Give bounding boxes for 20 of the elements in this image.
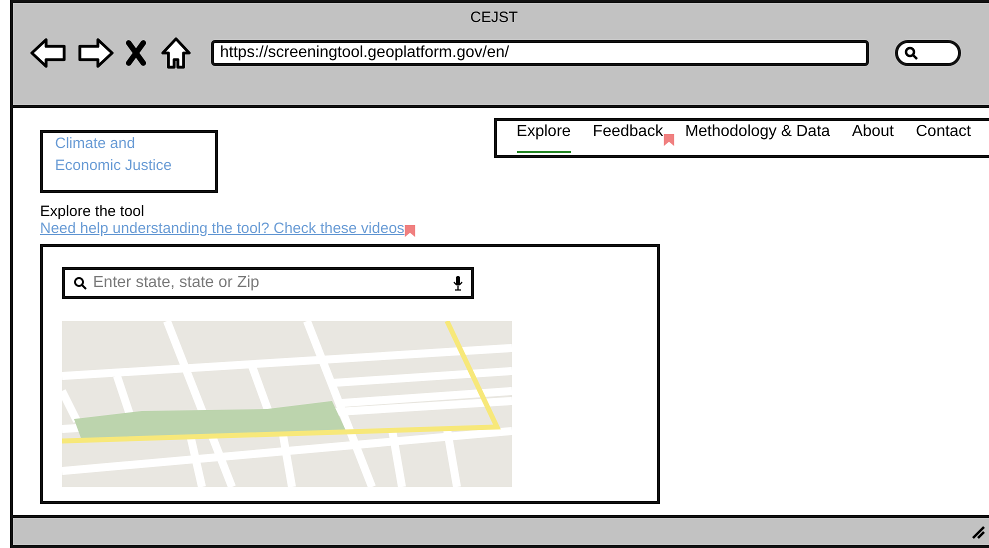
forward-arrow-icon[interactable]	[77, 36, 115, 70]
search-icon	[904, 46, 918, 60]
close-icon[interactable]	[125, 39, 147, 67]
nav-link[interactable]: Explore	[516, 123, 571, 153]
resize-grip-icon[interactable]	[971, 524, 985, 538]
logo-text: Economic Justice	[55, 156, 173, 176]
nav-link[interactable]: Methodology & Data	[685, 123, 830, 153]
section-heading: Explore the tool	[40, 203, 146, 220]
back-arrow-icon[interactable]	[29, 36, 67, 70]
microphone-icon[interactable]	[453, 275, 463, 291]
search-bar[interactable]: Enter state, state or Zip	[62, 267, 474, 299]
search-icon	[73, 276, 87, 290]
nav-link[interactable]: Contact	[916, 123, 971, 153]
search-button[interactable]	[895, 40, 961, 66]
nav-link[interactable]: Feedback	[592, 123, 664, 153]
window-title: CEJST	[469, 9, 519, 26]
address-field[interactable]: https://screeningtool.geoplatform.gov/en/	[211, 40, 869, 66]
logo-text: Climate and	[55, 134, 136, 154]
nav-link[interactable]: About	[852, 123, 894, 153]
comment-marker-icon	[404, 224, 416, 238]
